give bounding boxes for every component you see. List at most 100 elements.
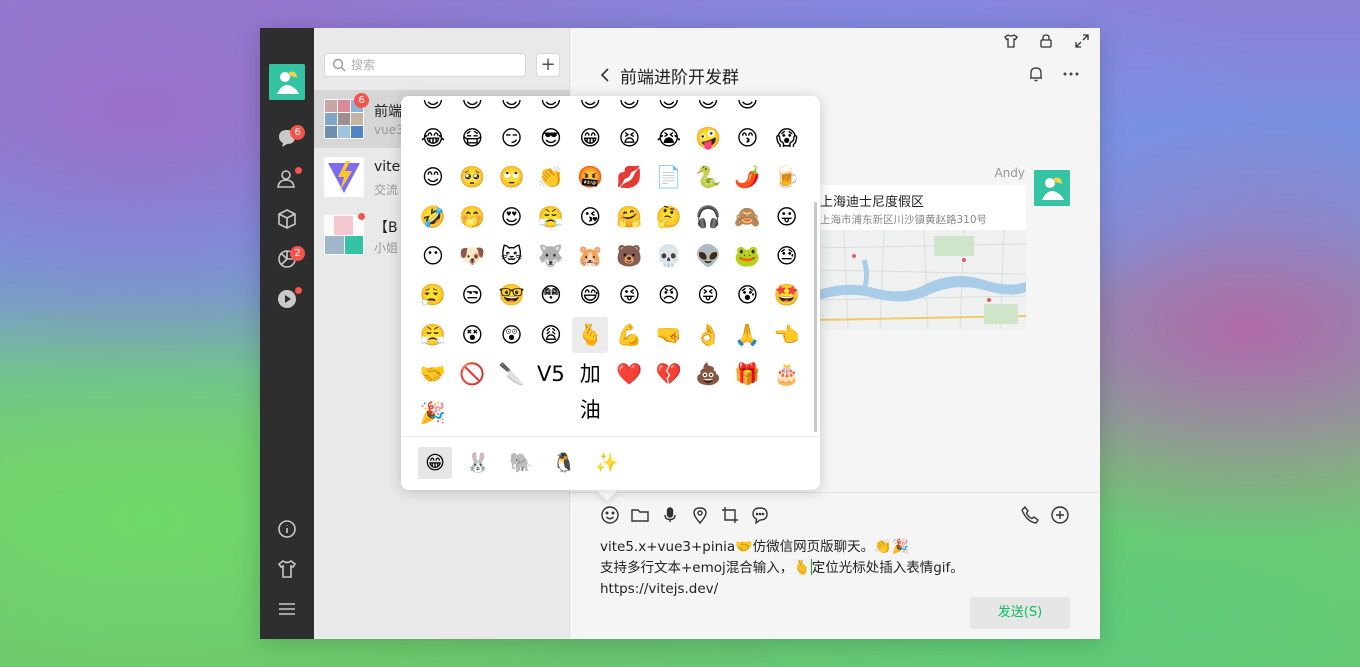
emoji-cell[interactable]: 👽 xyxy=(690,238,726,274)
phone-icon[interactable] xyxy=(1020,505,1040,525)
emoji-cell[interactable]: 😓 xyxy=(769,238,805,274)
emoji-cell[interactable]: 🙈 xyxy=(729,199,765,235)
emoji-cell[interactable]: 🍺 xyxy=(769,159,805,195)
microphone-icon[interactable] xyxy=(660,505,680,525)
emoji-cell[interactable]: 😳 xyxy=(533,277,569,313)
emoji-cell[interactable]: 🚫 xyxy=(454,356,490,392)
maximize-icon[interactable] xyxy=(1074,33,1090,49)
emoji-cell[interactable]: 🐹 xyxy=(572,238,608,274)
emoji-cell[interactable]: 加油 xyxy=(572,356,608,422)
emoji-cell[interactable]: 🤓 xyxy=(494,277,530,313)
emoji-cell[interactable]: 🌶️ xyxy=(729,159,765,195)
emoji-cell[interactable]: 😊 xyxy=(494,100,530,118)
emoji-cell[interactable]: 😜 xyxy=(612,277,648,313)
emoji-cell[interactable]: 🙏 xyxy=(729,317,765,353)
emoji-cell[interactable]: 🐺 xyxy=(533,238,569,274)
emoji-cell[interactable]: 🤬 xyxy=(572,159,608,195)
info-icon[interactable] xyxy=(276,518,298,540)
emoji-cell[interactable]: 😵 xyxy=(454,317,490,353)
emoji-icon[interactable] xyxy=(600,505,620,525)
emoji-cell[interactable]: ❤️ xyxy=(612,356,648,392)
emoji-tab[interactable]: ✨ xyxy=(590,447,624,479)
emoji-cell[interactable]: 🐸 xyxy=(729,238,765,274)
add-button[interactable]: + xyxy=(536,53,560,77)
emoji-cell[interactable]: 😶 xyxy=(415,238,451,274)
emoji-cell[interactable]: 💩 xyxy=(690,356,726,392)
emoji-cell[interactable]: 😱 xyxy=(769,120,805,156)
emoji-cell[interactable]: 😊 xyxy=(454,100,490,118)
more-icon[interactable] xyxy=(1062,65,1080,83)
emoji-cell[interactable]: 😊 xyxy=(729,100,765,118)
emoji-cell[interactable]: 😊 xyxy=(651,100,687,118)
send-button[interactable]: 发送(S) xyxy=(970,597,1070,629)
emoji-cell[interactable]: 😊 xyxy=(533,100,569,118)
emoji-cell[interactable]: 📄 xyxy=(651,159,687,195)
emoji-tab[interactable]: 🐘 xyxy=(504,447,538,479)
back-icon[interactable] xyxy=(598,66,612,84)
emoji-cell[interactable]: 😠 xyxy=(651,277,687,313)
emoji-cell[interactable]: 🤩 xyxy=(769,277,805,313)
skin-icon[interactable] xyxy=(1003,33,1019,49)
emoji-cell[interactable]: 😤 xyxy=(415,317,451,353)
emoji-cell[interactable]: V5 xyxy=(533,356,569,392)
location-pin-icon[interactable] xyxy=(690,505,710,525)
emoji-cell[interactable]: 🤣 xyxy=(415,199,451,235)
search-input[interactable]: 搜索 xyxy=(324,53,526,77)
box-icon[interactable] xyxy=(276,208,298,230)
emoji-cell[interactable]: 😫 xyxy=(612,120,648,156)
emoji-cell[interactable]: 🤪 xyxy=(690,120,726,156)
emoji-cell[interactable]: 🐻 xyxy=(612,238,648,274)
emoji-cell[interactable]: 😅 xyxy=(572,277,608,313)
emoji-cell[interactable]: 🎂 xyxy=(769,356,805,392)
emoji-cell[interactable]: 🥺 xyxy=(454,159,490,195)
emoji-cell[interactable]: 😩 xyxy=(533,317,569,353)
emoji-cell[interactable]: 👏 xyxy=(533,159,569,195)
emoji-cell[interactable]: 😎 xyxy=(533,120,569,156)
emoji-cell[interactable]: 😊 xyxy=(690,100,726,118)
emoji-tab[interactable]: 🐰 xyxy=(461,447,495,479)
sender-avatar[interactable] xyxy=(1034,170,1070,206)
emoji-cell[interactable]: 😊 xyxy=(415,100,451,118)
emoji-cell[interactable]: 🐶 xyxy=(454,238,490,274)
emoji-cell[interactable]: 😏 xyxy=(494,120,530,156)
emoji-cell[interactable]: 😭 xyxy=(651,120,687,156)
menu-icon[interactable] xyxy=(276,598,298,620)
emoji-tab[interactable]: 😁 xyxy=(418,447,452,479)
emoji-cell[interactable]: 😙 xyxy=(729,120,765,156)
emoji-cell[interactable]: 😛 xyxy=(769,199,805,235)
location-message[interactable]: 上海迪士尼度假区 上海市浦东新区川沙镇黄赵路310号 xyxy=(814,185,1026,330)
emoji-cell[interactable]: 🤜 xyxy=(651,317,687,353)
emoji-cell[interactable]: 😲 xyxy=(494,317,530,353)
emoji-cell[interactable]: 😁 xyxy=(572,120,608,156)
emoji-cell[interactable]: 🎧 xyxy=(690,199,726,235)
plus-circle-icon[interactable] xyxy=(1050,505,1070,525)
emoji-cell[interactable]: 💋 xyxy=(612,159,648,195)
emoji-cell[interactable]: 😷 xyxy=(454,120,490,156)
emoji-cell[interactable]: 😮‍💨 xyxy=(415,277,451,313)
emoji-cell[interactable]: 💀 xyxy=(651,238,687,274)
emoji-cell[interactable]: 🙄 xyxy=(494,159,530,195)
emoji-cell[interactable]: 🤔 xyxy=(651,199,687,235)
skin-icon[interactable] xyxy=(276,558,298,580)
crop-icon[interactable] xyxy=(720,505,740,525)
emoji-cell[interactable]: 🫰 xyxy=(572,316,609,353)
emoji-cell[interactable]: 🤝 xyxy=(415,356,451,392)
emoji-cell[interactable]: 😍 xyxy=(494,199,530,235)
emoji-tab[interactable]: 🐧 xyxy=(547,447,581,479)
bell-icon[interactable] xyxy=(1027,65,1045,83)
emoji-cell[interactable]: 💔 xyxy=(651,356,687,392)
emoji-cell[interactable]: 😤 xyxy=(533,199,569,235)
lock-icon[interactable] xyxy=(1038,33,1054,49)
emoji-cell[interactable]: 😂 xyxy=(415,120,451,156)
chat-history-icon[interactable] xyxy=(750,505,770,525)
emoji-cell[interactable]: 👈 xyxy=(769,317,805,353)
emoji-cell[interactable]: 💪 xyxy=(612,317,648,353)
emoji-cell[interactable]: 🔪 xyxy=(494,356,530,392)
folder-icon[interactable] xyxy=(630,505,650,525)
emoji-cell[interactable]: 👌 xyxy=(690,317,726,353)
emoji-cell[interactable]: 😝 xyxy=(690,277,726,313)
emoji-cell[interactable]: 😒 xyxy=(454,277,490,313)
emoji-cell[interactable]: 🎁 xyxy=(729,356,765,392)
emoji-cell[interactable]: 😊 xyxy=(415,159,451,195)
emoji-cell[interactable]: 😘 xyxy=(572,199,608,235)
